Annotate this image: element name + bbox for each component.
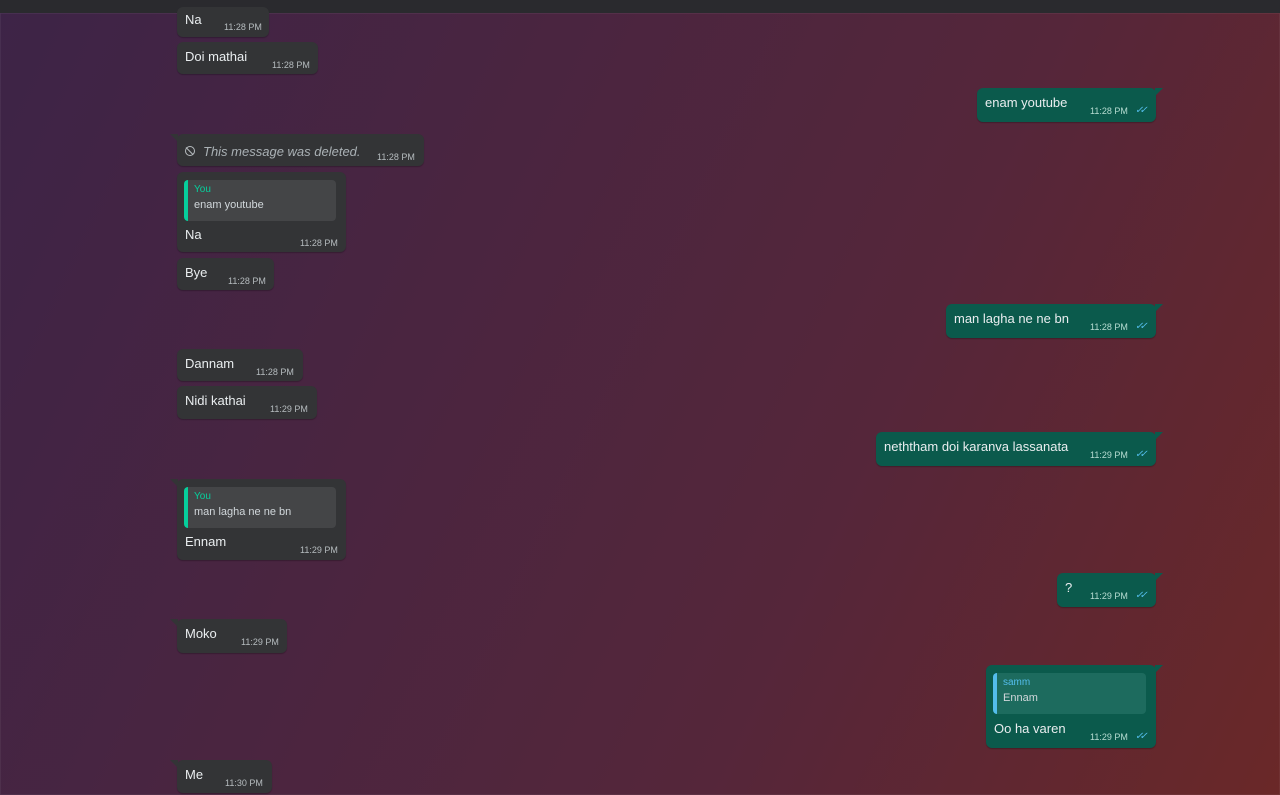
- message-text: man lagha ne ne bn: [954, 311, 1069, 326]
- message-time: 11:29 PM: [300, 545, 338, 555]
- message-text: Ennam: [185, 534, 227, 549]
- deleted-message-text: This message was deleted.: [203, 144, 361, 159]
- message-bubble-outgoing[interactable]: neththam doi karanva lassanata 11:29 PM …: [876, 432, 1163, 466]
- quoted-author: You: [194, 491, 211, 502]
- message-bubble-incoming-reply[interactable]: You man lagha ne ne bn Ennam 11:29 PM: [170, 479, 346, 560]
- message-bubble-incoming[interactable]: Doi mathai 11:28 PM: [177, 42, 318, 74]
- message-text: Moko: [185, 626, 217, 641]
- message-text: Na: [185, 227, 202, 242]
- message-bubble-incoming-reply[interactable]: You enam youtube Na 11:28 PM: [177, 172, 346, 252]
- message-text: neththam doi karanva lassanata: [884, 439, 1069, 454]
- message-bubble-incoming[interactable]: Nidi kathai 11:29 PM: [177, 386, 317, 419]
- double-check-icon: ✓✓: [1135, 105, 1148, 116]
- message-time: 11:28 PM: [300, 238, 338, 248]
- quoted-author: You: [194, 184, 211, 195]
- message-bubble-incoming[interactable]: Me 11:30 PM: [170, 760, 272, 793]
- message-bubble-incoming[interactable]: Bye 11:28 PM: [177, 258, 274, 290]
- message-bubble-outgoing[interactable]: ? 11:29 PM ✓✓: [1057, 573, 1163, 607]
- message-time: 11:28 PM: [377, 152, 415, 162]
- message-time: 11:30 PM: [225, 778, 263, 788]
- message-bubble-incoming[interactable]: Moko 11:29 PM: [170, 619, 287, 653]
- message-text: Doi mathai: [185, 49, 248, 64]
- message-time: 11:29 PM: [1090, 732, 1128, 742]
- message-bubble-outgoing[interactable]: enam youtube 11:28 PM ✓✓: [977, 88, 1163, 122]
- double-check-icon: ✓✓: [1135, 321, 1148, 332]
- message-text: Bye: [185, 265, 208, 280]
- quoted-text: enam youtube: [194, 199, 264, 211]
- message-text: Dannam: [185, 356, 235, 371]
- blocked-circle-icon: [185, 146, 195, 156]
- message-bubble-incoming[interactable]: Na 11:28 PM: [177, 7, 269, 37]
- message-text: enam youtube: [985, 95, 1068, 110]
- message-time: 11:28 PM: [272, 60, 310, 70]
- message-bubble-incoming[interactable]: Dannam 11:28 PM: [177, 349, 303, 381]
- message-time: 11:29 PM: [270, 404, 308, 414]
- double-check-icon: ✓✓: [1135, 449, 1148, 460]
- quoted-message[interactable]: You enam youtube: [184, 180, 336, 221]
- message-time: 11:29 PM: [241, 637, 279, 647]
- message-bubble-incoming-deleted[interactable]: This message was deleted. 11:28 PM: [170, 134, 424, 166]
- message-bubble-outgoing[interactable]: man lagha ne ne bn 11:28 PM ✓✓: [946, 304, 1163, 338]
- quoted-author: samm: [1003, 677, 1031, 688]
- quoted-message[interactable]: You man lagha ne ne bn: [184, 487, 336, 528]
- message-text: Nidi kathai: [185, 393, 246, 408]
- message-time: 11:29 PM: [1090, 591, 1128, 601]
- quoted-text: Ennam: [1003, 692, 1038, 704]
- message-time: 11:28 PM: [228, 276, 266, 286]
- message-bubble-outgoing-reply[interactable]: samm Ennam Oo ha varen 11:29 PM ✓✓: [986, 665, 1163, 748]
- quoted-message[interactable]: samm Ennam: [993, 673, 1146, 714]
- double-check-icon: ✓✓: [1135, 590, 1148, 601]
- message-text: Oo ha varen: [994, 721, 1066, 736]
- message-time: 11:29 PM: [1090, 450, 1128, 460]
- message-text: Na: [185, 12, 202, 27]
- message-time: 11:28 PM: [1090, 322, 1128, 332]
- message-time: 11:28 PM: [224, 22, 262, 32]
- message-time: 11:28 PM: [1090, 106, 1128, 116]
- message-time: 11:28 PM: [256, 367, 294, 377]
- message-text: ?: [1065, 580, 1073, 595]
- double-check-icon: ✓✓: [1135, 731, 1148, 742]
- message-text: Me: [185, 767, 204, 782]
- quoted-text: man lagha ne ne bn: [194, 506, 292, 518]
